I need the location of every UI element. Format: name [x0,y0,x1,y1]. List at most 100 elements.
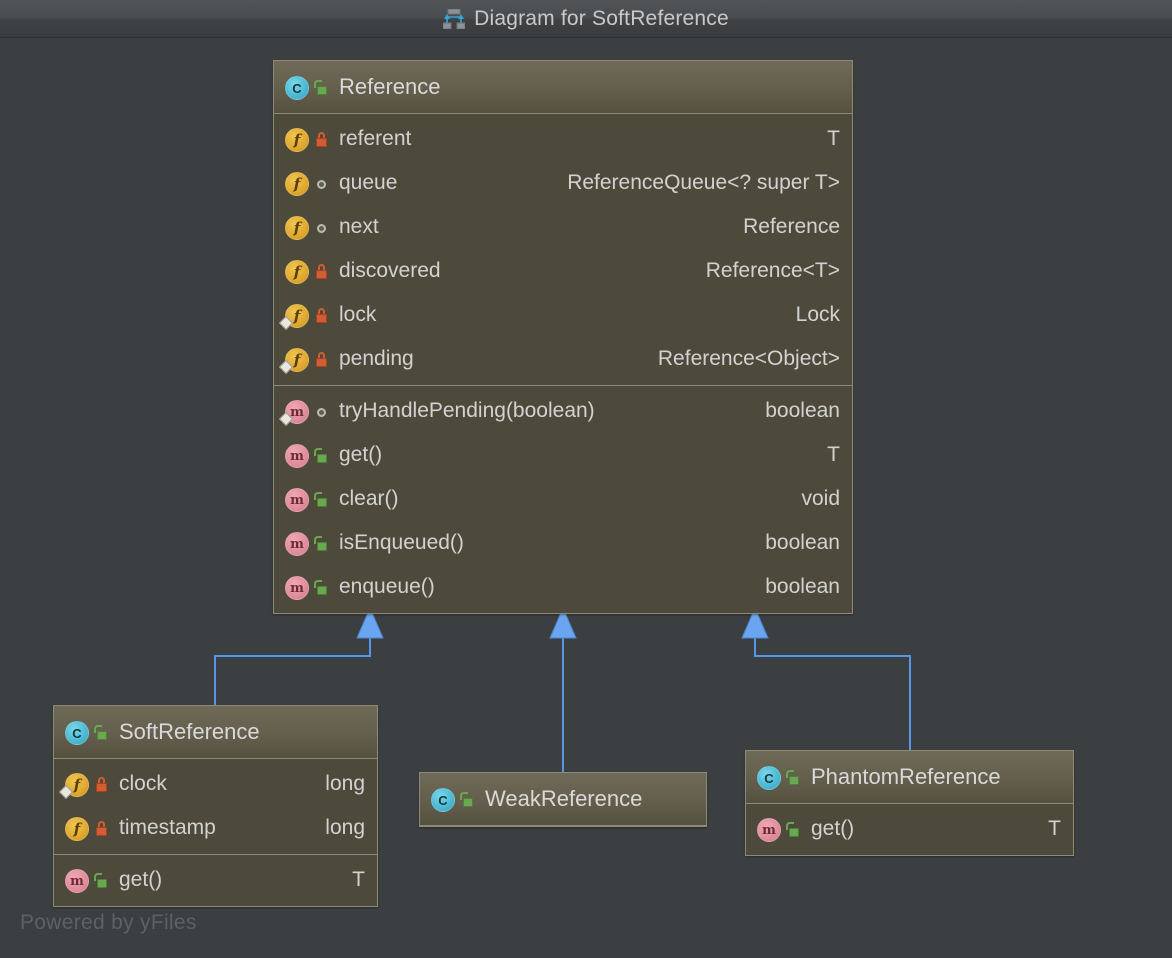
field-icon: f [283,126,309,152]
method-name: tryHandlePending(boolean) [339,399,595,423]
diagram-canvas[interactable]: C Reference f referent T f queue Referen… [0,38,1172,958]
field-name: timestamp [119,816,216,840]
uml-method-row[interactable]: m get() T [746,807,1073,851]
private-lock-icon [313,305,331,325]
uml-class-name: Reference [339,74,441,100]
public-lock-icon [785,767,803,787]
package-private-icon [313,173,331,193]
field-name: discovered [339,259,441,283]
field-type: long [325,816,365,840]
uml-field-row[interactable]: f timestamp long [54,806,377,850]
field-name: next [339,215,379,239]
uml-methods-section: m tryHandlePending(boolean) boolean m ge… [274,385,852,613]
method-icon: m [283,486,309,512]
class-icon: C [429,786,455,812]
uml-field-row[interactable]: f discovered Reference<T> [274,249,852,293]
class-icon: C [63,719,89,745]
yfiles-watermark: Powered by yFiles [20,911,197,935]
method-icon: m [755,816,781,842]
field-icon: f [283,258,309,284]
public-lock-icon [785,819,803,839]
public-lock-icon [93,870,111,890]
field-type: ReferenceQueue<? super T> [567,171,840,195]
method-name: isEnqueued() [339,531,464,555]
field-icon: f [63,771,89,797]
public-lock-icon [459,789,477,809]
uml-method-row[interactable]: m tryHandlePending(boolean) boolean [274,389,852,433]
uml-diagram-icon [443,9,465,29]
private-lock-icon [313,129,331,149]
uml-class-header[interactable]: C Reference [274,61,852,114]
field-name: referent [339,127,411,151]
uml-class-name: PhantomReference [811,764,1001,790]
class-icon: C [755,764,781,790]
field-type: long [325,772,365,796]
private-lock-icon [313,261,331,281]
uml-method-row[interactable]: m get() T [54,858,377,902]
method-return-type: boolean [765,399,840,423]
uml-class-header[interactable]: C SoftReference [54,706,377,759]
uml-method-row[interactable]: m isEnqueued() boolean [274,521,852,565]
private-lock-icon [93,818,111,838]
field-type: Lock [796,303,840,327]
field-type: Reference [743,215,840,239]
public-lock-icon [313,533,331,553]
package-private-icon [313,217,331,237]
uml-method-row[interactable]: m clear() void [274,477,852,521]
method-name: get() [119,868,162,892]
uml-method-row[interactable]: m enqueue() boolean [274,565,852,609]
uml-methods-section: m get() T [54,854,377,906]
uml-field-row[interactable]: f pending Reference<Object> [274,337,852,381]
field-icon: f [63,815,89,841]
uml-class-name: SoftReference [119,719,260,745]
uml-class-header[interactable]: C PhantomReference [746,751,1073,804]
method-return-type: T [1048,817,1061,841]
method-return-type: T [827,443,840,467]
uml-class-name: WeakReference [485,786,642,812]
field-type: Reference<T> [706,259,840,283]
method-name: get() [339,443,382,467]
uml-method-row[interactable]: m get() T [274,433,852,477]
field-name: lock [339,303,376,327]
uml-field-row[interactable]: f next Reference [274,205,852,249]
method-icon: m [283,574,309,600]
public-lock-icon [313,77,331,97]
field-icon: f [283,170,309,196]
uml-class-phantomreference[interactable]: C PhantomReference m get() T [745,750,1074,856]
uml-class-weakreference[interactable]: C WeakReference [419,772,707,827]
method-name: clear() [339,487,399,511]
class-icon: C [283,74,309,100]
private-lock-icon [93,774,111,794]
field-type: T [827,127,840,151]
method-name: enqueue() [339,575,435,599]
method-return-type: boolean [765,575,840,599]
uml-class-header[interactable]: C WeakReference [420,773,706,826]
uml-methods-section: m get() T [746,804,1073,855]
method-return-type: void [801,487,840,511]
uml-fields-section: f clock long f timestamp long [54,759,377,854]
method-icon: m [283,442,309,468]
uml-field-row[interactable]: f lock Lock [274,293,852,337]
method-icon: m [283,530,309,556]
package-private-icon [313,401,331,421]
uml-field-row[interactable]: f clock long [54,762,377,806]
window-title: Diagram for SoftReference [474,7,729,31]
field-icon: f [283,346,309,372]
field-icon: f [283,302,309,328]
method-return-type: boolean [765,531,840,555]
public-lock-icon [313,489,331,509]
method-return-type: T [352,868,365,892]
uml-class-reference[interactable]: C Reference f referent T f queue Referen… [273,60,853,614]
uml-field-row[interactable]: f referent T [274,117,852,161]
window-title-bar: Diagram for SoftReference [0,0,1172,38]
field-name: clock [119,772,167,796]
public-lock-icon [93,722,111,742]
field-name: pending [339,347,414,371]
uml-field-row[interactable]: f queue ReferenceQueue<? super T> [274,161,852,205]
method-icon: m [63,867,89,893]
public-lock-icon [313,445,331,465]
public-lock-icon [313,577,331,597]
private-lock-icon [313,349,331,369]
uml-class-softreference[interactable]: C SoftReference f clock long f timestamp… [53,705,378,907]
method-icon: m [283,398,309,424]
